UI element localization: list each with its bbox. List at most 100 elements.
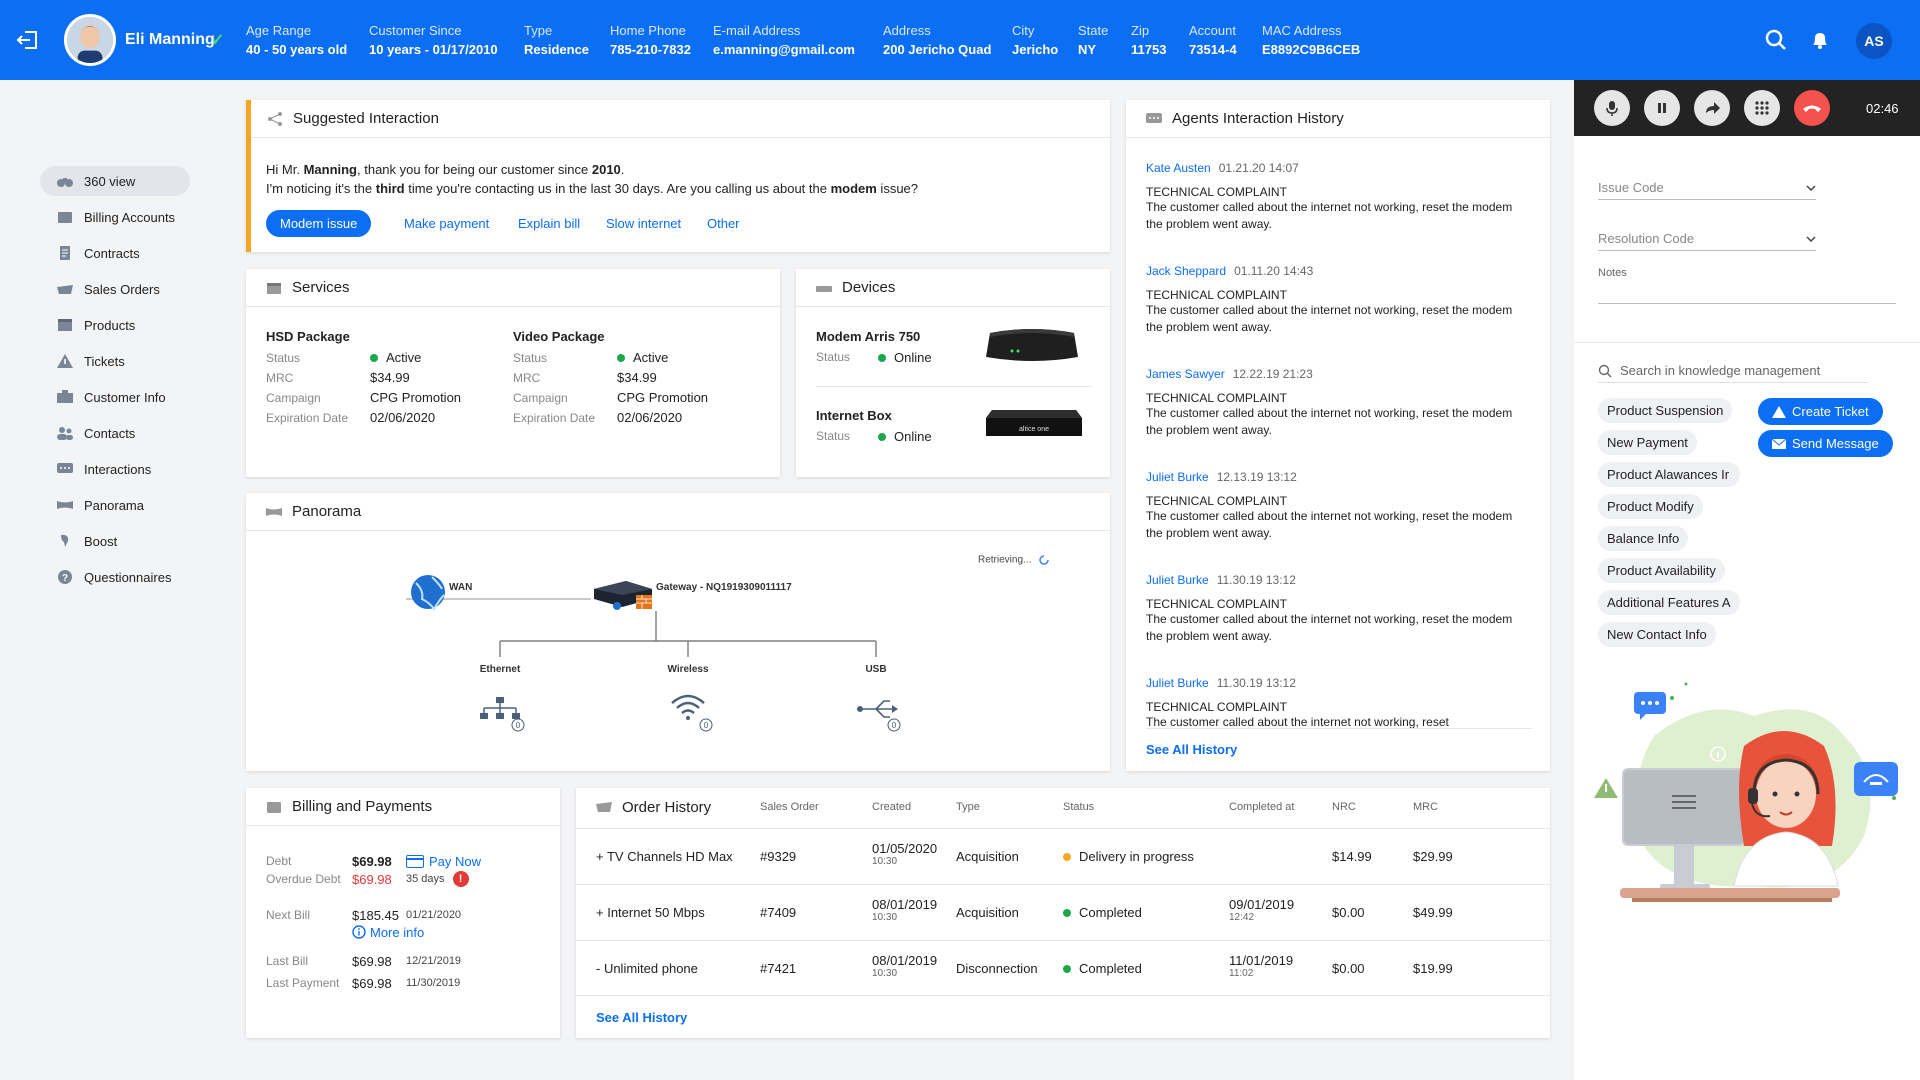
hangup-icon[interactable]	[1794, 90, 1830, 126]
envelope-icon	[1772, 438, 1786, 449]
chevron-down-icon	[1806, 184, 1816, 191]
customer-name: Eli Manning	[125, 31, 215, 48]
customer-header: Eli Manning ✓ Age Range 40 - 50 years old…	[0, 0, 1920, 80]
resolution-code-select[interactable]: Resolution Code	[1598, 227, 1816, 251]
panorama-card: Panorama Retrieving... WAN Gateway - NQ1…	[246, 493, 1110, 771]
header-field-age-range: Age Range 40 - 50 years old	[246, 23, 348, 57]
order-row[interactable]: - Unlimited phone #7421 08/01/2019 10:30 …	[576, 940, 1550, 996]
history-entry: Juliet Burke 12.13.19 13:12 TECHNICAL COM…	[1146, 470, 1513, 540]
usb-count: 0	[892, 721, 897, 730]
id-card-icon	[57, 390, 73, 403]
panorama-title: Panorama	[246, 493, 1110, 531]
notes-field[interactable]: Notes	[1598, 264, 1896, 308]
pause-icon[interactable]	[1644, 90, 1680, 126]
search-icon[interactable]	[1762, 26, 1790, 54]
sidebar-item-sales-orders[interactable]: Sales Orders	[40, 274, 240, 304]
box-icon	[267, 282, 281, 294]
device-internet-box[interactable]: Internet Box Status Online	[816, 408, 932, 444]
make-payment-link[interactable]: Make payment	[404, 216, 489, 231]
exit-icon[interactable]	[14, 26, 42, 54]
create-ticket-button[interactable]: Create Ticket	[1758, 398, 1883, 425]
modem-issue-button[interactable]: Modem issue	[266, 210, 372, 237]
sidebar-item-products[interactable]: Products	[40, 310, 240, 340]
explain-bill-link[interactable]: Explain bill	[518, 216, 580, 231]
header-field-email: E-mail Address e.manning@gmail.com	[713, 23, 855, 57]
share-icon	[268, 111, 282, 126]
right-divider	[1574, 342, 1920, 343]
verified-icon: ✓	[211, 32, 225, 49]
history-entry: James Sawyer 12.22.19 21:23 TECHNICAL COM…	[1146, 367, 1513, 437]
send-message-button[interactable]: Send Message	[1758, 430, 1893, 457]
call-controls: 02:46	[1574, 80, 1920, 136]
pay-now-button[interactable]: Pay Now	[406, 854, 481, 869]
see-all-orders-link[interactable]: See All History	[596, 1010, 687, 1025]
header-field-customer-since: Customer Since 10 years - 01/17/2010	[369, 23, 498, 57]
order-row[interactable]: + TV Channels HD Max #9329 01/05/2020 10:…	[576, 828, 1550, 884]
tag-product-suspension[interactable]: Product Suspension	[1598, 398, 1733, 423]
order-history-header: Order History Sales Order Created Type S…	[576, 788, 1550, 826]
svg-text:?: ?	[62, 573, 68, 584]
knowledge-search-input[interactable]: Search in knowledge management	[1598, 359, 1868, 383]
keypad-icon[interactable]	[1744, 90, 1780, 126]
sidebar-item-contracts[interactable]: Contracts	[40, 238, 240, 268]
header-field-state: State NY	[1078, 23, 1109, 57]
sidebar-item-questionnaires[interactable]: ? Questionnaires	[40, 562, 240, 592]
forward-icon[interactable]	[1694, 90, 1730, 126]
history-entry: Jack Sheppard 01.11.20 14:43 TECHNICAL CO…	[1146, 264, 1513, 334]
cart-icon	[57, 285, 73, 294]
ethernet-count: 0	[516, 721, 521, 730]
document-icon	[60, 246, 70, 260]
device-icon	[816, 285, 832, 292]
sidebar-item-tickets[interactable]: Tickets	[40, 346, 240, 376]
chat-bubble-icon	[1634, 692, 1666, 720]
header-field-address: Address 200 Jericho Quad	[883, 23, 992, 57]
other-link[interactable]: Other	[707, 216, 740, 231]
header-field-home-phone: Home Phone 785-210-7832	[610, 23, 691, 57]
more-info-link[interactable]: More info	[266, 924, 556, 940]
device-modem[interactable]: Modem Arris 750 Status Online	[816, 329, 932, 365]
binoculars-icon	[57, 178, 73, 187]
notification-icon[interactable]	[1806, 26, 1834, 54]
tag-product-availability[interactable]: Product Availability	[1598, 558, 1725, 583]
tag-new-payment[interactable]: New Payment	[1598, 430, 1697, 455]
order-row[interactable]: + Internet 50 Mbps #7409 08/01/2019 10:30…	[576, 884, 1550, 940]
sidebar-item-360-view[interactable]: 360 view	[40, 166, 190, 196]
history-entry: Kate Austen 01.21.20 14:07 TECHNICAL COMP…	[1146, 161, 1513, 231]
credit-card-icon	[406, 854, 424, 868]
wireless-label: Wireless	[667, 664, 708, 675]
microphone-icon[interactable]	[1594, 90, 1630, 126]
tag-additional-features[interactable]: Additional Features A	[1598, 590, 1740, 615]
sidebar-item-billing-accounts[interactable]: Billing Accounts	[40, 202, 240, 232]
box-icon	[58, 319, 72, 331]
sidebar-item-interactions[interactable]: Interactions	[40, 454, 240, 484]
see-all-history-link[interactable]: See All History	[1146, 742, 1237, 757]
chat-icon	[1146, 112, 1162, 123]
wallet-icon	[58, 212, 72, 223]
support-agent-illustration	[1594, 682, 1898, 902]
tag-product-modify[interactable]: Product Modify	[1598, 494, 1703, 519]
sidebar-item-customer-info[interactable]: Customer Info	[40, 382, 240, 412]
billing-title: Billing and Payments	[246, 788, 560, 826]
tag-new-contact-info[interactable]: New Contact Info	[1598, 622, 1716, 647]
panorama-icon	[57, 501, 73, 509]
suggested-interaction-card: Suggested Interaction Hi Mr. Manning, th…	[246, 100, 1110, 252]
ethernet-label: Ethernet	[480, 664, 521, 675]
agents-history-title: Agents Interaction History	[1126, 100, 1550, 138]
modem-image	[986, 329, 1078, 361]
billing-card: Billing and Payments Debt $69.98 Pay Now…	[246, 788, 560, 1038]
warning-icon	[1594, 778, 1618, 798]
question-icon: ?	[58, 570, 72, 584]
user-avatar[interactable]: AS	[1856, 23, 1892, 59]
sidebar-item-panorama[interactable]: Panorama	[40, 490, 240, 520]
suggested-interaction-title: Suggested Interaction	[251, 100, 1110, 138]
tag-balance-info[interactable]: Balance Info	[1598, 526, 1689, 551]
issue-code-select[interactable]: Issue Code	[1598, 176, 1816, 200]
sidebar-item-contacts[interactable]: Contacts	[40, 418, 240, 448]
slow-internet-link[interactable]: Slow internet	[606, 216, 681, 231]
sidebar-item-boost[interactable]: Boost	[40, 526, 240, 556]
network-topology: WAN Gateway - NQ1919309011117 Ethernet W…	[406, 575, 901, 732]
gateway-icon	[594, 581, 652, 610]
history-list[interactable]: Kate Austen 01.21.20 14:07 TECHNICAL COMP…	[1146, 140, 1532, 730]
device-brand-label: altice one	[1019, 426, 1049, 433]
tag-product-allowances[interactable]: Product Alawances Ir	[1598, 462, 1740, 487]
